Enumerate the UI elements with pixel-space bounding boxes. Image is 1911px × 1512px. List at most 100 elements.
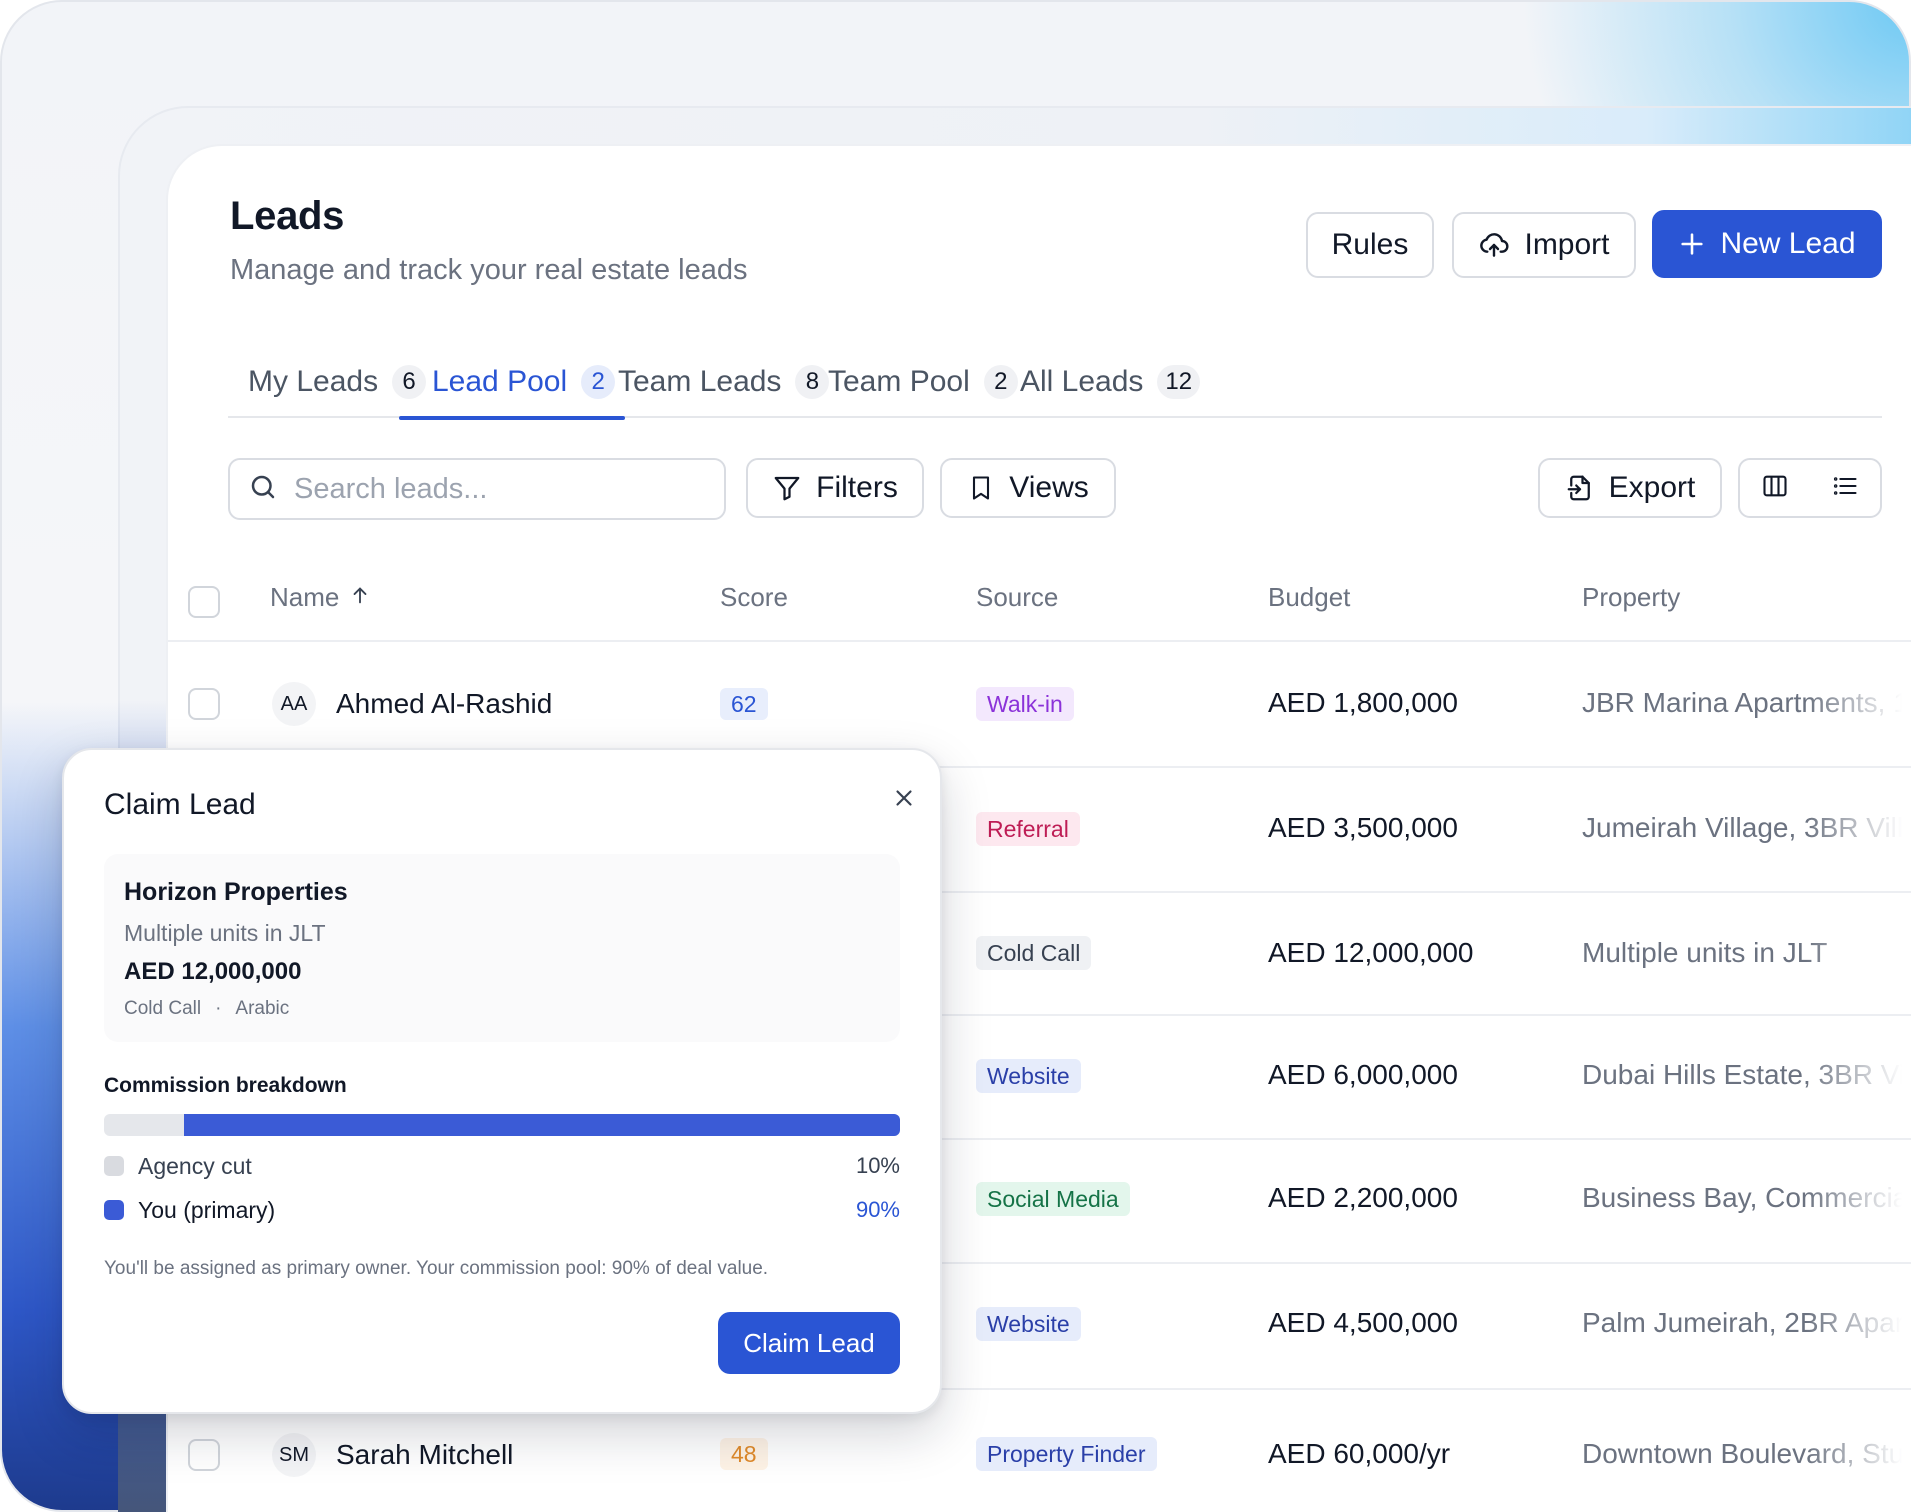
commission-bar-you-segment [183, 1114, 900, 1136]
source-badge: Website [976, 1307, 1081, 1341]
source-badge: Referral [976, 812, 1080, 846]
meta-separator: · [215, 998, 222, 1019]
cloud-upload-icon [1478, 229, 1510, 261]
you-swatch [104, 1200, 124, 1220]
budget-value: AED 1,800,000 [1268, 687, 1458, 718]
views-button[interactable]: Views [940, 458, 1116, 518]
list-view-icon[interactable] [1831, 472, 1859, 505]
view-toggle [1738, 458, 1882, 518]
tab-label: Lead Pool [432, 365, 568, 398]
budget-value: AED 4,500,000 [1268, 1307, 1458, 1338]
column-header-source[interactable]: Source [976, 582, 1058, 613]
search-box [228, 458, 726, 520]
export-button[interactable]: Export [1538, 458, 1722, 518]
sort-ascending-icon [349, 582, 371, 613]
page-subtitle: Manage and track your real estate leads [230, 254, 748, 286]
property-value: Business Bay, Commercial [1582, 1182, 1902, 1213]
tab-label: My Leads [248, 365, 379, 398]
tab-count-badge: 8 [795, 365, 830, 399]
property-value: Palm Jumeirah, 2BR Apartment [1582, 1307, 1902, 1338]
lead-summary-card: Horizon Properties Multiple units in JLT… [104, 854, 900, 1042]
property-value: Multiple units in JLT [1582, 937, 1828, 968]
rules-button-label: Rules [1331, 228, 1409, 261]
tab-all-leads[interactable]: All Leads 12 [1020, 346, 1201, 418]
commission-bar [104, 1114, 900, 1136]
agency-cut-row: Agency cut 10% [104, 1150, 900, 1182]
search-icon [248, 472, 278, 507]
tab-count-badge: 2 [581, 365, 616, 399]
new-lead-button-label: New Lead [1720, 227, 1856, 260]
source-badge: Website [976, 1059, 1081, 1093]
close-icon[interactable] [882, 776, 926, 820]
export-button-label: Export [1608, 471, 1696, 504]
file-export-icon [1565, 473, 1595, 503]
row-checkbox[interactable] [188, 688, 220, 720]
bookmark-icon [967, 473, 995, 503]
budget-value: AED 2,200,000 [1268, 1182, 1458, 1213]
property-value: Dubai Hills Estate, 3BR Villa [1582, 1059, 1902, 1090]
tab-my-leads[interactable]: My Leads 6 [248, 346, 427, 418]
avatar: AA [272, 682, 316, 726]
tab-team-pool[interactable]: Team Pool 2 [828, 346, 1018, 418]
column-header-budget[interactable]: Budget [1268, 582, 1350, 613]
table-divider [168, 640, 1911, 642]
filters-button-label: Filters [816, 471, 898, 504]
agency-cut-value: 10% [855, 1153, 900, 1178]
budget-value: AED 6,000,000 [1268, 1059, 1458, 1090]
budget-value: AED 60,000/yr [1268, 1438, 1451, 1469]
property-value: Jumeirah Village, 3BR Villa [1582, 812, 1902, 843]
columns-view-icon[interactable] [1761, 472, 1789, 505]
dialog-title: Claim Lead [104, 788, 256, 821]
lead-budget: AED 12,000,000 [124, 958, 302, 985]
lead-meta: Cold Call · Arabic [124, 998, 289, 1020]
page-title: Leads [230, 194, 345, 238]
lead-company-name: Horizon Properties [124, 878, 348, 906]
you-primary-row: You (primary) 90% [104, 1194, 900, 1226]
score-badge: 62 [720, 688, 768, 720]
source-badge: Social Media [976, 1182, 1130, 1216]
agency-cut-label: Agency cut [138, 1152, 252, 1179]
new-lead-button[interactable]: New Lead [1652, 210, 1882, 278]
active-tab-indicator [399, 416, 625, 420]
source-badge: Walk-in [976, 687, 1074, 721]
commission-section-title: Commission breakdown [104, 1074, 347, 1097]
lead-name[interactable]: Ahmed Al-Rashid [336, 688, 552, 720]
lead-tabs: My Leads 6 Lead Pool 2 Team Leads 8 Team… [228, 346, 1882, 418]
tab-label: Team Leads [618, 365, 782, 398]
lead-source: Cold Call [124, 998, 202, 1019]
column-header-name[interactable]: Name [270, 582, 371, 613]
search-input[interactable] [294, 472, 694, 506]
column-header-score[interactable]: Score [720, 582, 788, 613]
you-primary-label: You (primary) [138, 1196, 276, 1223]
budget-value: AED 12,000,000 [1268, 937, 1474, 968]
filter-icon [772, 473, 802, 503]
plus-icon [1678, 230, 1706, 258]
assignment-note: You'll be assigned as primary owner. You… [104, 1258, 769, 1279]
column-header-label: Name [270, 582, 340, 612]
lead-property: Multiple units in JLT [124, 920, 326, 946]
row-checkbox[interactable] [188, 1439, 220, 1471]
select-all-checkbox[interactable] [188, 586, 220, 618]
lead-name[interactable]: Sarah Mitchell [336, 1439, 513, 1471]
column-header-property[interactable]: Property [1582, 582, 1680, 613]
rules-button[interactable]: Rules [1306, 212, 1434, 278]
lead-language: Arabic [235, 998, 290, 1019]
score-badge: 48 [720, 1438, 768, 1470]
claim-lead-dialog: Claim Lead Horizon Properties Multiple u… [62, 748, 942, 1414]
tab-lead-pool[interactable]: Lead Pool 2 [432, 346, 616, 418]
import-button[interactable]: Import [1452, 212, 1636, 278]
tab-label: All Leads [1020, 365, 1144, 398]
you-primary-value: 90% [855, 1197, 900, 1222]
tab-count-badge: 2 [983, 365, 1018, 399]
claim-lead-button[interactable]: Claim Lead [718, 1312, 900, 1374]
property-value: JBR Marina Apartments, 1 [1582, 687, 1902, 718]
tab-team-leads[interactable]: Team Leads 8 [618, 346, 830, 418]
tab-count-badge: 6 [392, 365, 427, 399]
property-value: Downtown Boulevard, Studio [1582, 1438, 1902, 1469]
source-badge: Property Finder [976, 1437, 1157, 1471]
filters-button[interactable]: Filters [746, 458, 924, 518]
agency-swatch [104, 1156, 124, 1176]
views-button-label: Views [1009, 471, 1089, 504]
tab-count-badge: 12 [1157, 365, 1201, 399]
avatar: SM [272, 1433, 316, 1477]
